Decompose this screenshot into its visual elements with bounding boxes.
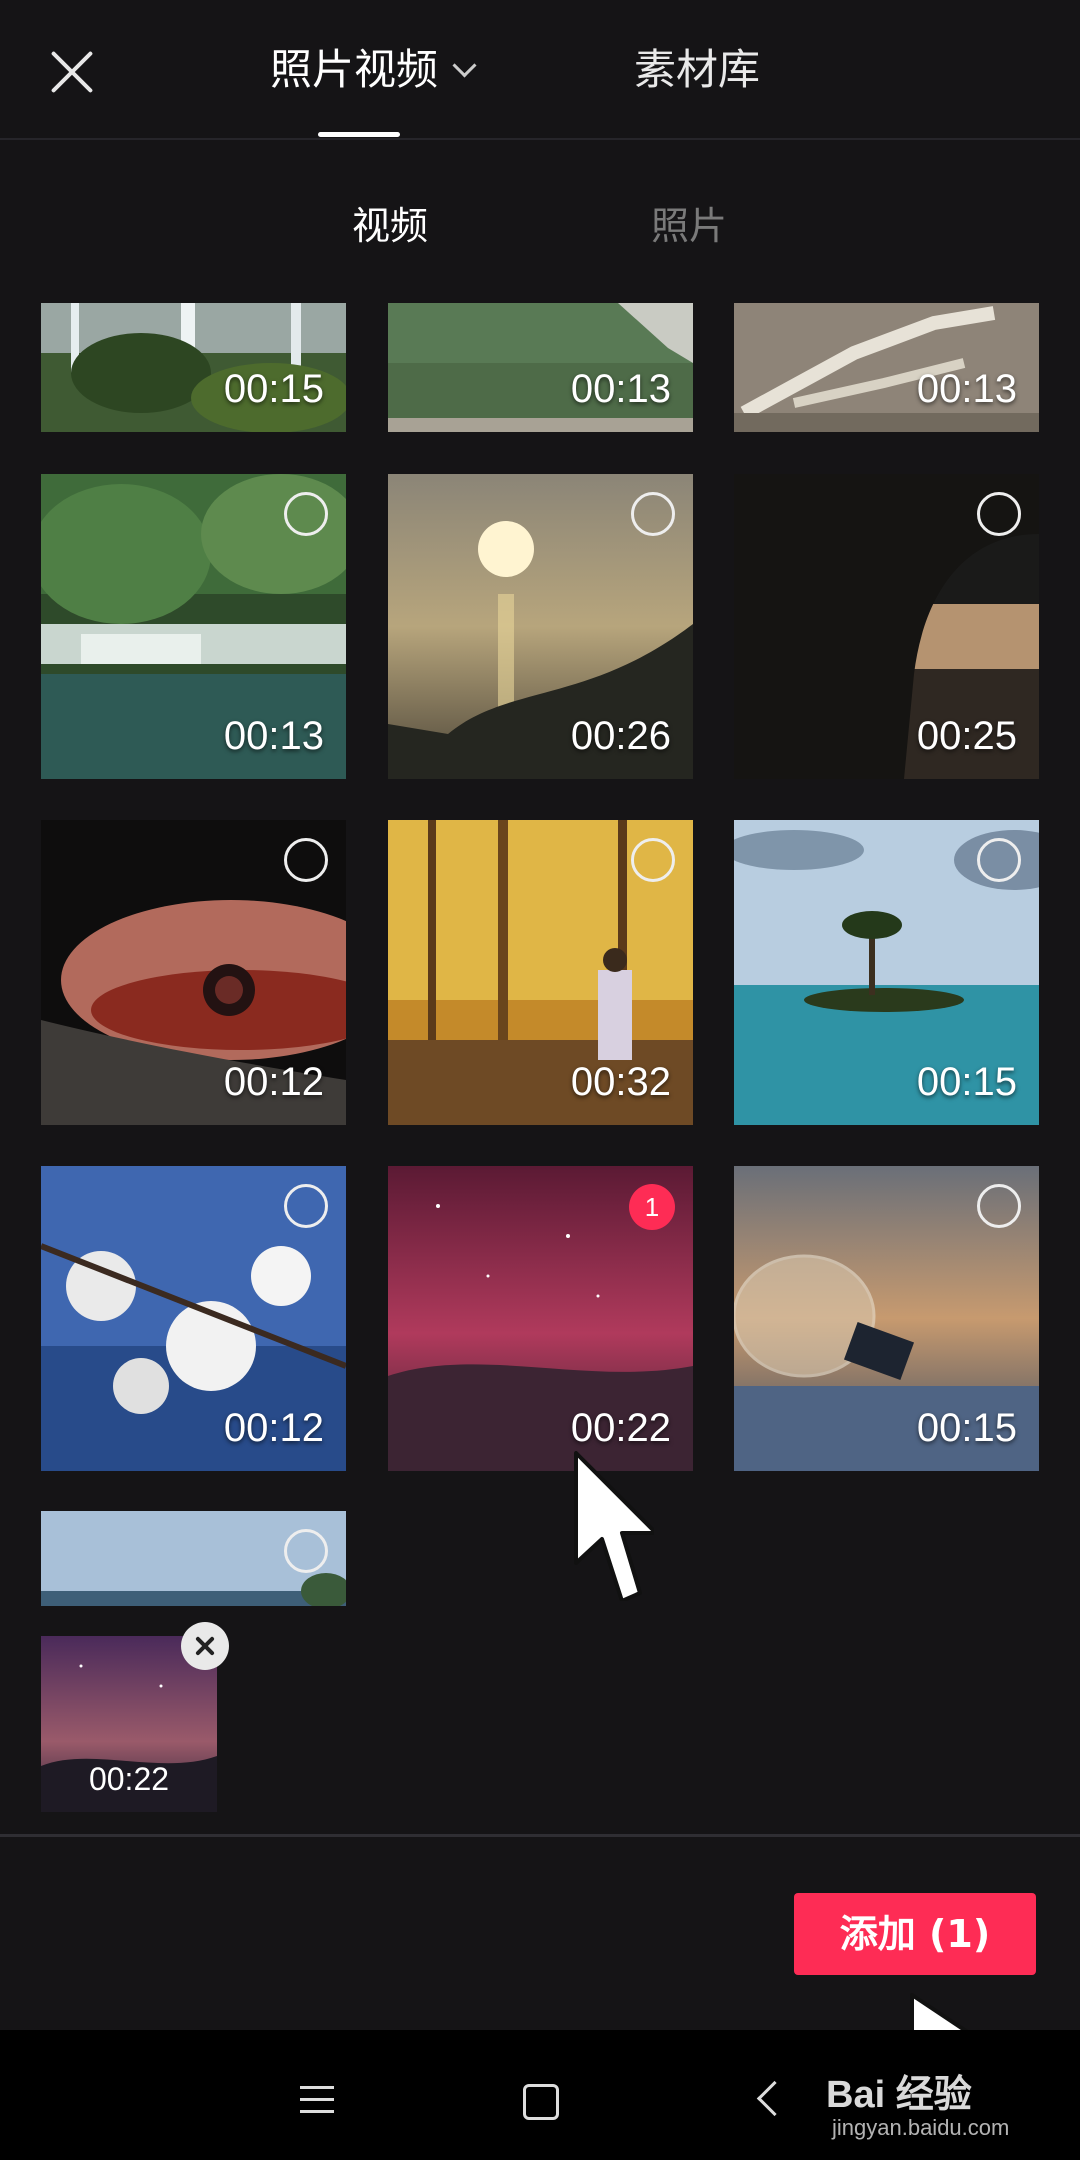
duration-label: 00:13 xyxy=(223,714,324,758)
duration-label: 00:12 xyxy=(223,1060,324,1104)
select-circle[interactable] xyxy=(631,492,675,536)
duration-label: 00:13 xyxy=(916,367,1017,411)
system-nav-bar: Bai 经验 jingyan.baidu.com xyxy=(0,2030,1080,2160)
duration-label: 00:15 xyxy=(223,367,324,411)
media-thumbnail[interactable]: 00:13 xyxy=(734,303,1039,432)
duration-label: 00:26 xyxy=(570,714,671,758)
remove-icon[interactable] xyxy=(181,1622,229,1670)
select-circle[interactable] xyxy=(631,838,675,882)
media-thumbnail[interactable]: 1 00:22 xyxy=(388,1166,693,1471)
select-circle[interactable] xyxy=(977,492,1021,536)
divider xyxy=(0,1834,1080,1837)
media-thumbnail[interactable]: 00:15 xyxy=(41,303,346,432)
watermark-url: jingyan.baidu.com xyxy=(832,2115,1010,2140)
duration-label: 00:25 xyxy=(916,714,1017,758)
media-thumbnail[interactable] xyxy=(41,1511,346,1606)
duration-label: 00:15 xyxy=(916,1060,1017,1104)
duration-label: 00:22 xyxy=(570,1406,671,1450)
duration-label: 00:12 xyxy=(223,1406,324,1450)
media-thumbnail[interactable]: 00:26 xyxy=(388,474,693,779)
media-thumbnail[interactable]: 00:25 xyxy=(734,474,1039,779)
media-thumbnail[interactable]: 00:12 xyxy=(41,1166,346,1471)
watermark-main: Bai 经验 xyxy=(826,2074,972,2116)
select-circle[interactable] xyxy=(284,492,328,536)
media-thumbnail[interactable]: 00:32 xyxy=(388,820,693,1125)
select-circle[interactable] xyxy=(284,838,328,882)
media-thumbnail[interactable]: 00:15 xyxy=(734,1166,1039,1471)
home-icon[interactable] xyxy=(523,2084,559,2120)
mouse-cursor-icon xyxy=(574,1451,654,1601)
menu-icon[interactable] xyxy=(300,2086,334,2114)
select-circle[interactable] xyxy=(977,838,1021,882)
add-button[interactable]: 添加 (1) xyxy=(794,1893,1036,1975)
duration-label: 00:15 xyxy=(916,1406,1017,1450)
watermark: Bai 经验 jingyan.baidu.com xyxy=(826,2063,1046,2140)
media-thumbnail[interactable]: 00:12 xyxy=(41,820,346,1125)
duration-label: 00:13 xyxy=(570,367,671,411)
media-thumbnail[interactable]: 00:13 xyxy=(41,474,346,779)
select-circle[interactable] xyxy=(284,1529,328,1573)
media-grid: 00:15 00:13 00:13 00:13 00:26 00:25 00:1… xyxy=(0,0,1080,1835)
duration-label: 00:22 xyxy=(88,1761,170,1797)
select-circle[interactable] xyxy=(977,1184,1021,1228)
media-thumbnail[interactable]: 00:13 xyxy=(388,303,693,432)
back-icon[interactable] xyxy=(756,2080,793,2117)
selection-number-badge[interactable]: 1 xyxy=(629,1184,675,1230)
duration-label: 00:32 xyxy=(570,1060,671,1104)
media-thumbnail[interactable]: 00:15 xyxy=(734,820,1039,1125)
select-circle[interactable] xyxy=(284,1184,328,1228)
